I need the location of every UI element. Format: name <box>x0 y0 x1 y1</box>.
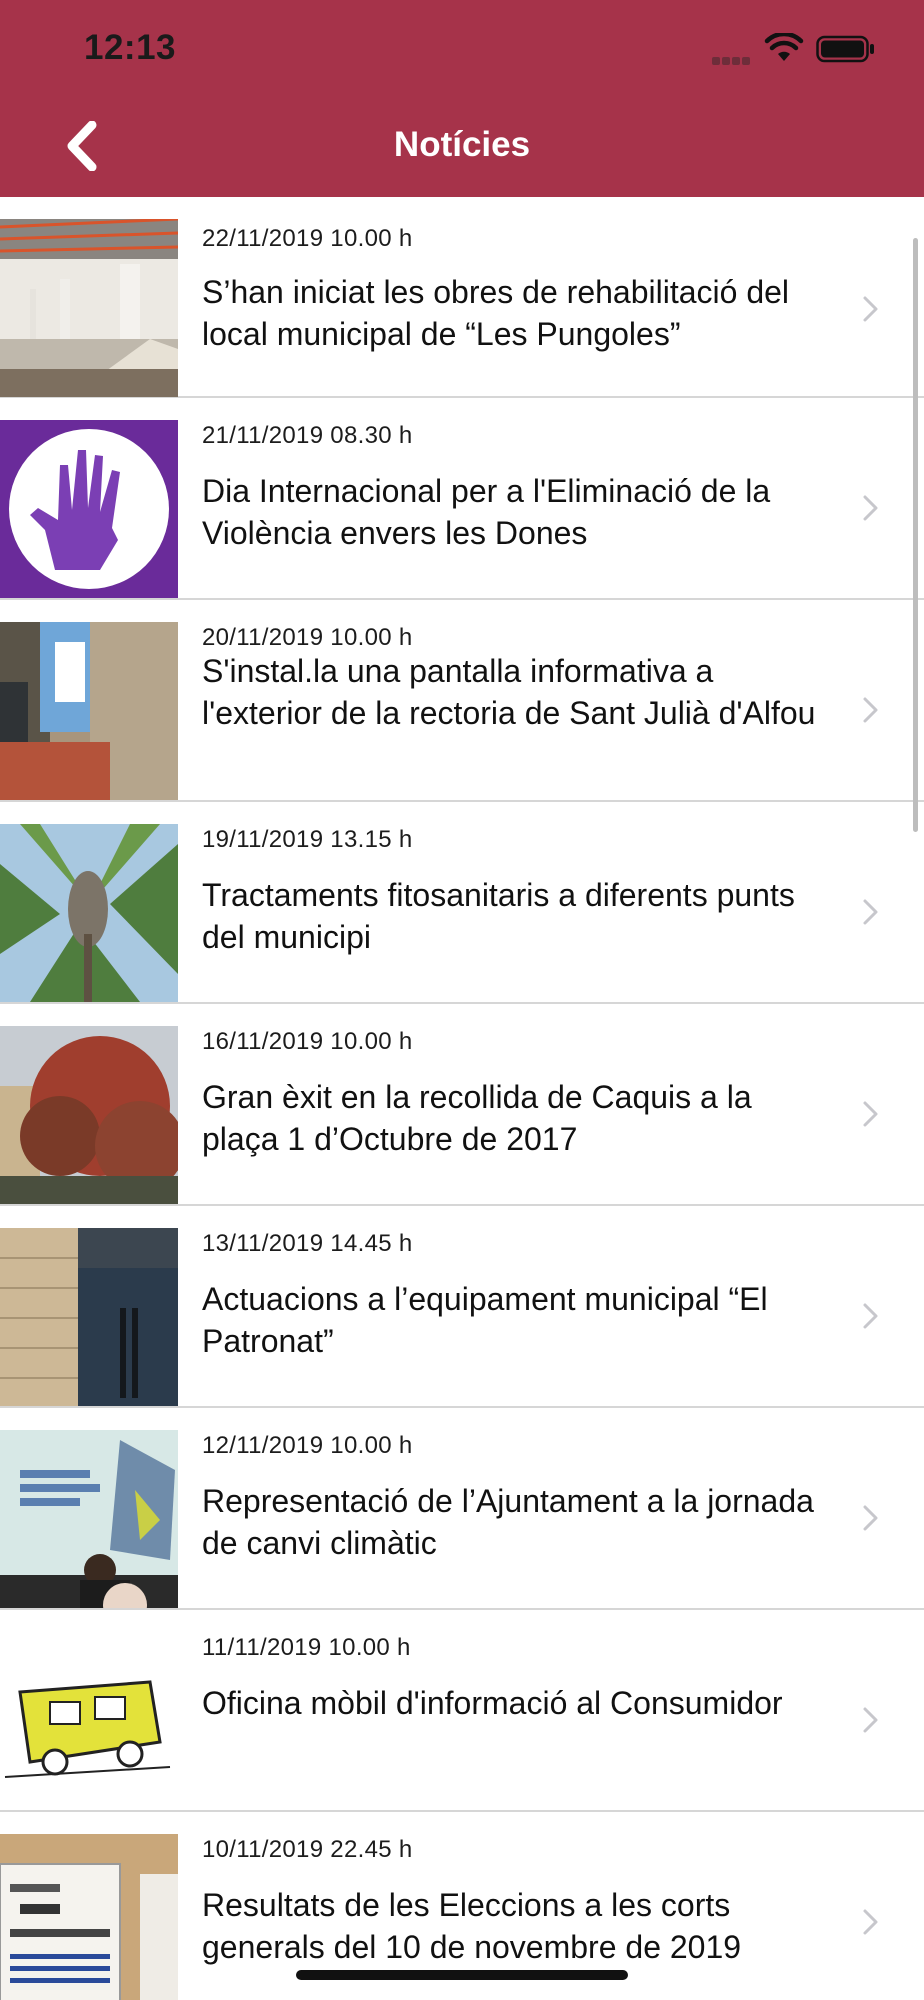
nav-header: 12:13 Notícies <box>0 0 924 197</box>
news-thumbnail <box>0 420 178 598</box>
news-item[interactable]: 16/11/2019 10.00 h Gran èxit en la recol… <box>0 1004 924 1206</box>
page-title: Notícies <box>393 125 531 164</box>
battery-icon <box>816 35 874 63</box>
news-date: 21/11/2019 08.30 h <box>202 422 413 449</box>
news-date: 11/11/2019 10.00 h <box>202 1634 411 1661</box>
news-date: 16/11/2019 10.00 h <box>202 1028 413 1055</box>
wifi-icon <box>764 33 804 61</box>
news-date: 10/11/2019 22.45 h <box>202 1836 413 1863</box>
chevron-right-icon <box>863 495 878 521</box>
news-item[interactable]: 13/11/2019 14.45 h Actuacions a l’equipa… <box>0 1206 924 1408</box>
news-thumbnail <box>0 1834 178 2000</box>
news-date: 20/11/2019 10.00 h <box>202 624 413 651</box>
news-title: Oficina mòbil d'informació al Consumidor <box>202 1685 783 1721</box>
news-item[interactable]: 19/11/2019 13.15 h Tractaments fitosanit… <box>0 802 924 1004</box>
news-date: 12/11/2019 10.00 h <box>202 1432 413 1459</box>
cellular-signal-icon <box>712 47 754 65</box>
news-thumbnail <box>0 622 178 800</box>
news-thumbnail <box>0 1228 178 1406</box>
chevron-right-icon <box>863 296 878 322</box>
news-item[interactable]: 22/11/2019 10.00 h S’han iniciat les obr… <box>0 219 924 398</box>
news-title: Tractaments fitosanitaris a diferents pu… <box>202 877 795 955</box>
news-title: S'instal.la una pantalla informativa a l… <box>202 653 816 731</box>
news-title: Representació de l’Ajuntament a la jorna… <box>202 1483 814 1561</box>
chevron-right-icon <box>863 1101 878 1127</box>
news-title: Dia Internacional per a l'Eliminació de … <box>202 473 771 551</box>
news-thumbnail <box>0 1632 178 1810</box>
chevron-right-icon <box>863 1303 878 1329</box>
news-date: 13/11/2019 14.45 h <box>202 1230 413 1257</box>
scrollbar[interactable] <box>913 238 918 832</box>
news-title: S’han iniciat les obres de rehabilitació… <box>202 274 790 352</box>
chevron-right-icon <box>863 1707 878 1733</box>
chevron-right-icon <box>863 1909 878 1935</box>
chevron-right-icon <box>863 697 878 723</box>
news-item[interactable]: 12/11/2019 10.00 h Representació de l’Aj… <box>0 1408 924 1610</box>
news-item[interactable]: 20/11/2019 10.00 h S'instal.la una panta… <box>0 600 924 802</box>
news-date: 19/11/2019 13.15 h <box>202 826 413 853</box>
news-title: Gran èxit en la recollida de Caquis a la… <box>202 1079 752 1157</box>
home-indicator[interactable] <box>296 1970 628 1980</box>
news-thumbnail <box>0 1026 178 1204</box>
news-item[interactable]: 21/11/2019 08.30 h Dia Internacional per… <box>0 398 924 600</box>
chevron-right-icon <box>863 899 878 925</box>
news-list: 22/11/2019 10.00 h S’han iniciat les obr… <box>0 197 924 2000</box>
chevron-right-icon <box>863 1505 878 1531</box>
news-title: Actuacions a l’equipament municipal “El … <box>202 1281 768 1359</box>
screen: 12:13 Notícies 22/11/2019 10.00 h S’han … <box>0 0 924 2000</box>
news-thumbnail <box>0 219 178 397</box>
status-time: 12:13 <box>84 28 177 67</box>
news-date: 22/11/2019 10.00 h <box>202 225 413 252</box>
news-item[interactable]: 11/11/2019 10.00 h Oficina mòbil d'infor… <box>0 1610 924 1812</box>
news-thumbnail <box>0 824 178 1002</box>
news-thumbnail <box>0 1430 178 1608</box>
news-title: Resultats de les Eleccions a les corts g… <box>202 1887 742 1965</box>
